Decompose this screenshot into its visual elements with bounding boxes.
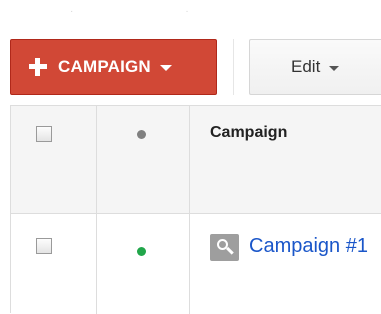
- row-checkbox-cell: [11, 214, 97, 314]
- plus-icon: [29, 58, 47, 76]
- toolbar-divider: [233, 39, 234, 95]
- header-checkbox-cell: [11, 106, 97, 213]
- chevron-down-icon: [159, 65, 172, 71]
- campaign-column-header[interactable]: Campaign: [210, 124, 287, 142]
- table-header-row: Campaign: [11, 106, 381, 214]
- campaign-table: Campaign Campaign #1: [10, 105, 381, 314]
- status-dot-enabled: [137, 247, 146, 256]
- row-checkbox[interactable]: [36, 238, 52, 254]
- faint-marks: ··: [70, 6, 301, 17]
- table-row: Campaign #1: [11, 214, 381, 314]
- toolbar: CAMPAIGN Edit: [0, 39, 381, 96]
- chevron-down-icon: [329, 65, 340, 71]
- add-campaign-label: CAMPAIGN: [58, 57, 151, 76]
- top-strip: ··: [0, 0, 381, 24]
- add-campaign-button[interactable]: CAMPAIGN: [10, 39, 217, 95]
- header-status-cell: [97, 106, 190, 213]
- row-status-cell: [97, 214, 190, 314]
- campaign-link[interactable]: Campaign #1: [210, 232, 370, 260]
- row-campaign-cell: Campaign #1: [190, 214, 381, 314]
- edit-label: Edit: [291, 57, 321, 76]
- header-campaign-cell: Campaign: [190, 106, 381, 213]
- status-dot-header: [137, 130, 146, 139]
- select-all-checkbox[interactable]: [36, 126, 52, 142]
- edit-button[interactable]: Edit: [249, 39, 381, 95]
